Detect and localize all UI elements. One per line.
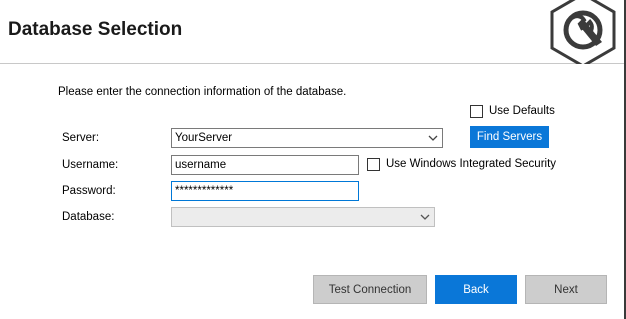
password-field[interactable]	[171, 181, 359, 201]
test-connection-button[interactable]: Test Connection	[313, 275, 427, 304]
database-label: Database:	[62, 211, 115, 223]
next-button[interactable]: Next	[525, 275, 607, 304]
server-label: Server:	[62, 132, 100, 144]
windows-security-checkbox[interactable]	[367, 158, 380, 171]
find-servers-button[interactable]: Find Servers	[470, 126, 549, 148]
database-combobox[interactable]	[171, 207, 435, 227]
use-defaults-checkbox[interactable]	[470, 105, 483, 118]
password-input[interactable]	[172, 182, 358, 200]
back-button[interactable]: Back	[435, 275, 517, 304]
chevron-down-icon	[419, 211, 431, 223]
windows-security-label: Use Windows Integrated Security	[386, 158, 557, 170]
page-title: Database Selection	[8, 19, 183, 40]
username-field[interactable]	[171, 155, 359, 175]
server-value: YourServer	[175, 132, 233, 144]
content-panel: Please enter the connection information …	[0, 65, 626, 319]
header: Database Selection	[0, 0, 626, 68]
password-label: Password:	[62, 185, 116, 197]
username-input[interactable]	[172, 156, 358, 174]
username-label: Username:	[62, 159, 119, 171]
server-combobox[interactable]: YourServer	[171, 128, 443, 148]
wrench-gear-icon	[548, 0, 618, 68]
intro-text: Please enter the connection information …	[58, 86, 347, 98]
use-defaults-label: Use Defaults	[489, 105, 555, 117]
chevron-down-icon	[427, 132, 439, 144]
